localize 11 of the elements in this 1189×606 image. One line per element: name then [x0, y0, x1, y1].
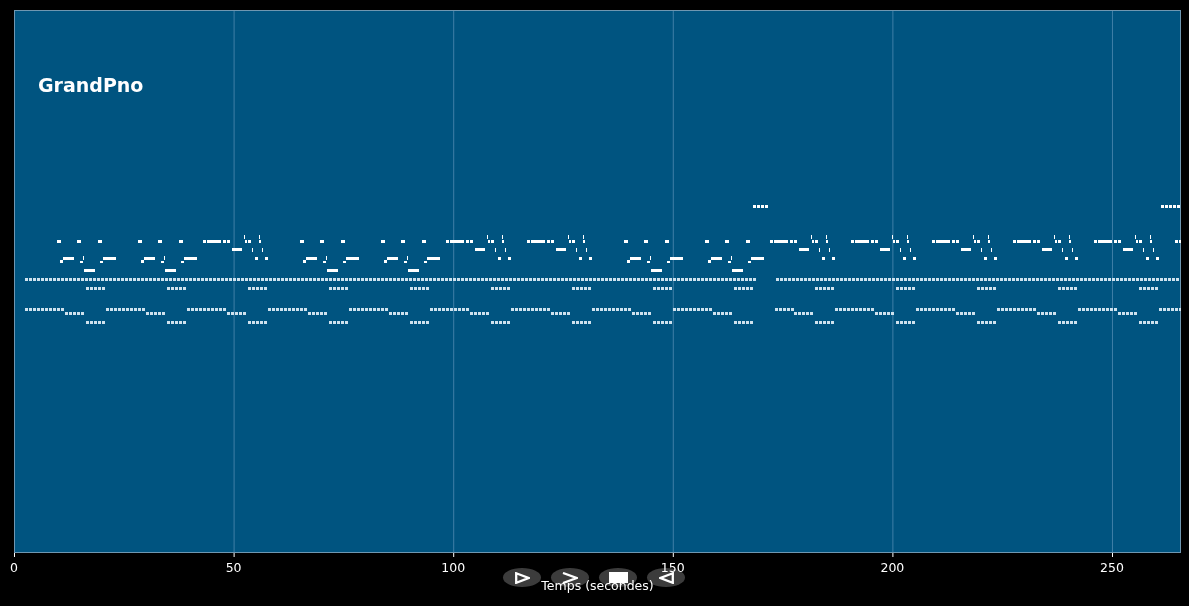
tick-label: 250	[1100, 563, 1124, 573]
play-icon	[514, 571, 530, 584]
chart-title: GrandPno	[38, 76, 144, 95]
tick-label: 100	[441, 563, 466, 573]
play-button[interactable]	[503, 568, 541, 587]
reverse-play-icon	[658, 571, 674, 584]
tick-label: 0	[10, 563, 18, 573]
axis-label: Temps (secondes)	[541, 580, 654, 593]
tick-label: 200	[880, 563, 905, 573]
tick-label: 50	[225, 563, 242, 573]
tick-label: 150	[660, 563, 685, 573]
